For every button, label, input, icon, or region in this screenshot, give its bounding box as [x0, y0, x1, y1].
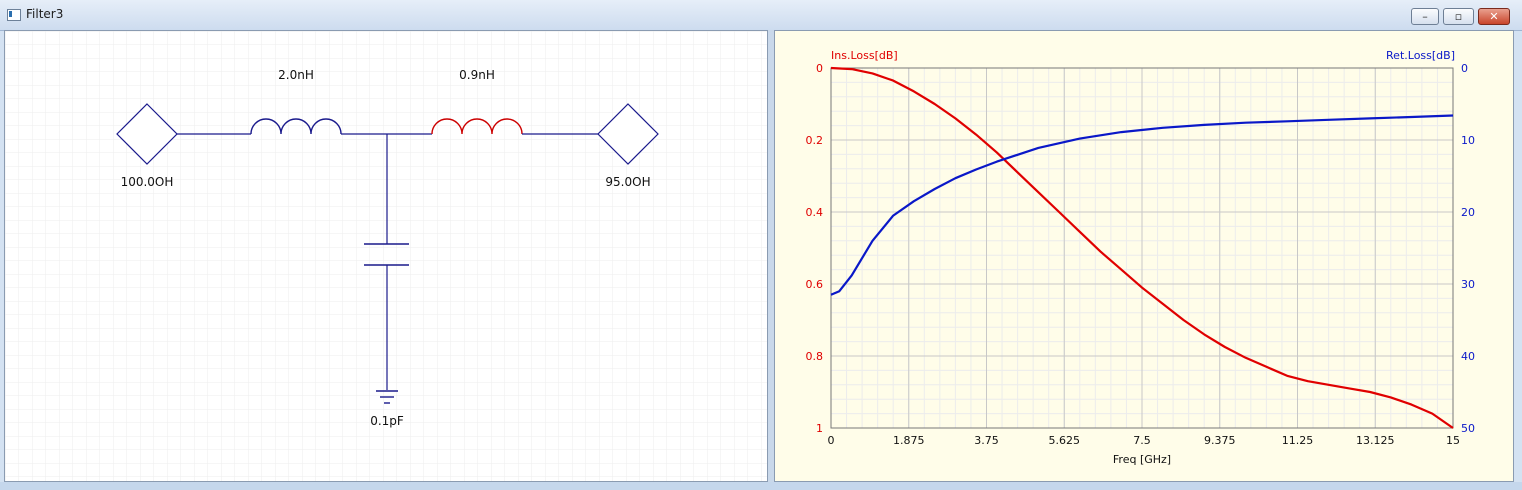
x-tick-label: 3.75 — [974, 434, 999, 447]
x-tick-label: 11.25 — [1282, 434, 1314, 447]
schematic-panel[interactable]: 2.0nH 0.9nH 100.0OH 95.0OH 0.1pF — [4, 30, 768, 482]
y-tick-label-left: 1 — [816, 422, 823, 435]
chart-panel[interactable]: 0 1.875 3.75 5.625 7.5 9.375 11.25 13.125 15 0 0.2… — [774, 30, 1514, 482]
load-label: 95.0OH — [605, 175, 650, 189]
window-titlebar: Filter3 – ▫ ✕ — [0, 0, 1522, 31]
window-title: Filter3 — [26, 7, 64, 21]
restore-icon: ▫ — [1454, 10, 1463, 23]
x-tick-label: 7.5 — [1133, 434, 1151, 447]
y-tick-label-right: 0 — [1461, 62, 1468, 75]
y-tick-label-left: 0.2 — [806, 134, 824, 147]
x-tick-label: 9.375 — [1204, 434, 1236, 447]
y-tick-label-left: 0.8 — [806, 350, 824, 363]
y-tick-label-left: 0 — [816, 62, 823, 75]
inductor-2-label: 0.9nH — [459, 68, 495, 82]
x-tick-label: 5.625 — [1049, 434, 1081, 447]
close-icon: ✕ — [1489, 10, 1499, 23]
chart-grid — [830, 67, 1454, 429]
schematic-canvas[interactable]: 2.0nH 0.9nH 100.0OH 95.0OH 0.1pF — [5, 31, 767, 481]
x-axis-title: Freq [GHz] — [1113, 453, 1171, 466]
window-bottom-border — [0, 482, 1522, 490]
capacitor-label: 0.1pF — [370, 414, 404, 428]
y-tick-label-right: 20 — [1461, 206, 1475, 219]
minimize-icon: – — [1422, 10, 1428, 23]
y-tick-label-left: 0.6 — [806, 278, 824, 291]
response-chart[interactable]: 0 1.875 3.75 5.625 7.5 9.375 11.25 13.125 1500.2… — [775, 31, 1513, 481]
y-tick-label-right: 40 — [1461, 350, 1475, 363]
x-tick-label: 13.125 — [1356, 434, 1395, 447]
y-tick-label-right: 50 — [1461, 422, 1475, 435]
x-tick-label: 15 — [1446, 434, 1460, 447]
x-tick-label: 0 — [828, 434, 835, 447]
x-tick-label: 1.875 — [893, 434, 925, 447]
chart-ticks: 0 1.875 3.75 5.625 7.5 9.375 11.25 13.125 1500.2… — [806, 62, 1476, 447]
minimize-button[interactable]: – — [1411, 8, 1439, 25]
left-axis-title: Ins.Loss[dB] — [831, 49, 898, 62]
y-tick-label-right: 30 — [1461, 278, 1475, 291]
app-icon — [7, 9, 21, 21]
restore-button[interactable]: ▫ — [1443, 8, 1474, 25]
y-tick-label-left: 0.4 — [806, 206, 824, 219]
source-label: 100.0OH — [121, 175, 174, 189]
inductor-1-label: 2.0nH — [278, 68, 314, 82]
close-button[interactable]: ✕ — [1478, 8, 1510, 25]
y-tick-label-right: 10 — [1461, 134, 1475, 147]
right-axis-title: Ret.Loss[dB] — [1386, 49, 1455, 62]
